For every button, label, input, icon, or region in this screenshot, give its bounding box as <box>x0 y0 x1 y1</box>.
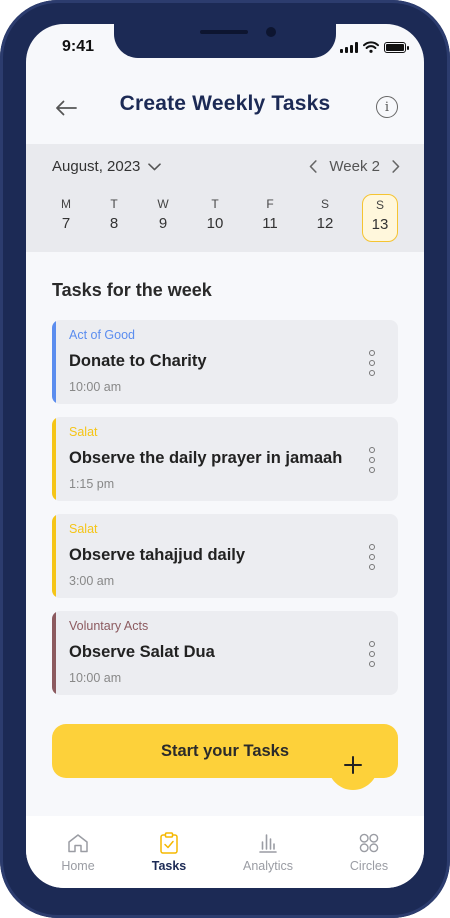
task-card[interactable]: Salat Observe the daily prayer in jamaah… <box>52 417 398 501</box>
task-category: Voluntary Acts <box>69 619 149 633</box>
task-name: Observe the daily prayer in jamaah <box>69 449 343 467</box>
month-selector[interactable]: August, 2023 <box>52 158 162 175</box>
tab-label: Analytics <box>242 859 294 873</box>
tab-label: Circles <box>349 859 389 873</box>
more-options-icon[interactable] <box>366 544 378 570</box>
app-screen: 9:41 Create Weekly Tasks i August, 2023 … <box>26 24 424 888</box>
day-number: 9 <box>158 215 168 232</box>
day-cell[interactable]: F 11 <box>252 194 288 242</box>
tab-circles[interactable]: Circles <box>329 832 409 873</box>
task-category: Salat <box>69 425 98 439</box>
category-color-bar <box>52 514 56 598</box>
day-number: 13 <box>371 216 389 233</box>
day-letter: T <box>211 197 219 211</box>
day-cell[interactable]: W9 <box>145 194 181 242</box>
more-options-icon[interactable] <box>366 350 378 376</box>
status-icons <box>340 41 409 53</box>
category-color-bar <box>52 417 56 501</box>
week-selector: Week 2 <box>309 158 400 175</box>
day-number: 8 <box>109 215 119 232</box>
more-options-icon[interactable] <box>366 447 378 473</box>
task-card[interactable]: Act of Good Donate to Charity 10:00 am <box>52 320 398 404</box>
week-label: Week 2 <box>329 158 380 175</box>
day-number: 10 <box>206 215 224 232</box>
day-letter: S <box>375 198 384 212</box>
bar-chart-icon <box>259 834 277 853</box>
next-week-button[interactable] <box>392 160 400 173</box>
front-camera <box>266 27 276 37</box>
task-name: Observe Salat Dua <box>69 643 215 661</box>
more-options-icon[interactable] <box>366 641 378 667</box>
tab-tasks[interactable]: Tasks <box>129 832 209 873</box>
tab-home[interactable]: Home <box>38 832 118 873</box>
day-cell[interactable]: T 10 <box>197 194 233 242</box>
task-category: Act of Good <box>69 328 136 342</box>
category-color-bar <box>52 320 56 404</box>
device-notch <box>114 24 336 58</box>
plus-icon <box>344 756 362 774</box>
day-cell[interactable]: M7 <box>48 194 84 242</box>
day-cell-selected[interactable]: S 13 <box>362 194 398 242</box>
speaker-grille <box>200 30 248 34</box>
day-letter: S <box>320 197 329 211</box>
month-label: August, 2023 <box>52 158 141 175</box>
day-number: 11 <box>262 215 278 232</box>
chevron-down-icon <box>148 162 162 170</box>
task-time: 10:00 am <box>69 380 122 394</box>
day-letter: T <box>110 197 118 211</box>
wifi-icon <box>363 41 379 53</box>
task-name: Donate to Charity <box>69 352 207 370</box>
bottom-tab-bar: Home Tasks Analytics Circles <box>26 816 424 888</box>
previous-week-button[interactable] <box>309 160 318 173</box>
category-color-bar <box>52 611 56 695</box>
tab-label: Home <box>61 859 95 873</box>
task-time: 1:15 pm <box>69 477 115 491</box>
chevron-right-icon <box>392 160 400 173</box>
info-button[interactable]: i <box>376 96 398 118</box>
signal-icon <box>340 41 358 53</box>
day-letter: W <box>157 197 169 211</box>
battery-icon <box>384 41 409 53</box>
day-letter: M <box>61 197 71 211</box>
tab-analytics[interactable]: Analytics <box>228 832 308 873</box>
status-time: 9:41 <box>62 38 95 55</box>
add-task-button[interactable] <box>328 740 378 790</box>
tab-label: Tasks <box>151 859 187 873</box>
day-number: 7 <box>61 215 71 232</box>
clipboard-check-icon <box>160 832 178 854</box>
info-icon: i <box>384 99 390 115</box>
task-card[interactable]: Salat Observe tahajjud daily 3:00 am <box>52 514 398 598</box>
phone-frame: 9:41 Create Weekly Tasks i August, 2023 … <box>0 0 450 918</box>
section-title: Tasks for the week <box>52 280 212 300</box>
week-calendar: August, 2023 Week 2 M 7 T 8 W 9 T 10 F 1… <box>26 144 424 252</box>
task-name: Observe tahajjud daily <box>69 546 246 564</box>
day-letter: F <box>266 197 274 211</box>
day-cell[interactable]: S 12 <box>307 194 343 242</box>
task-time: 3:00 am <box>69 574 115 588</box>
chevron-left-icon <box>310 160 318 173</box>
day-strip: M7 T8 W9 T 10 F 11 S 12 S 13 <box>26 194 424 246</box>
header: Create Weekly Tasks i <box>26 86 424 130</box>
home-icon <box>68 834 88 853</box>
task-category: Salat <box>69 522 98 536</box>
circles-icon <box>359 833 379 853</box>
task-time: 10:00 am <box>69 671 122 685</box>
day-cell[interactable]: T8 <box>96 194 132 242</box>
page-title: Create Weekly Tasks <box>119 92 331 115</box>
task-card[interactable]: Voluntary Acts Observe Salat Dua 10:00 a… <box>52 611 398 695</box>
day-number: 12 <box>316 215 334 232</box>
